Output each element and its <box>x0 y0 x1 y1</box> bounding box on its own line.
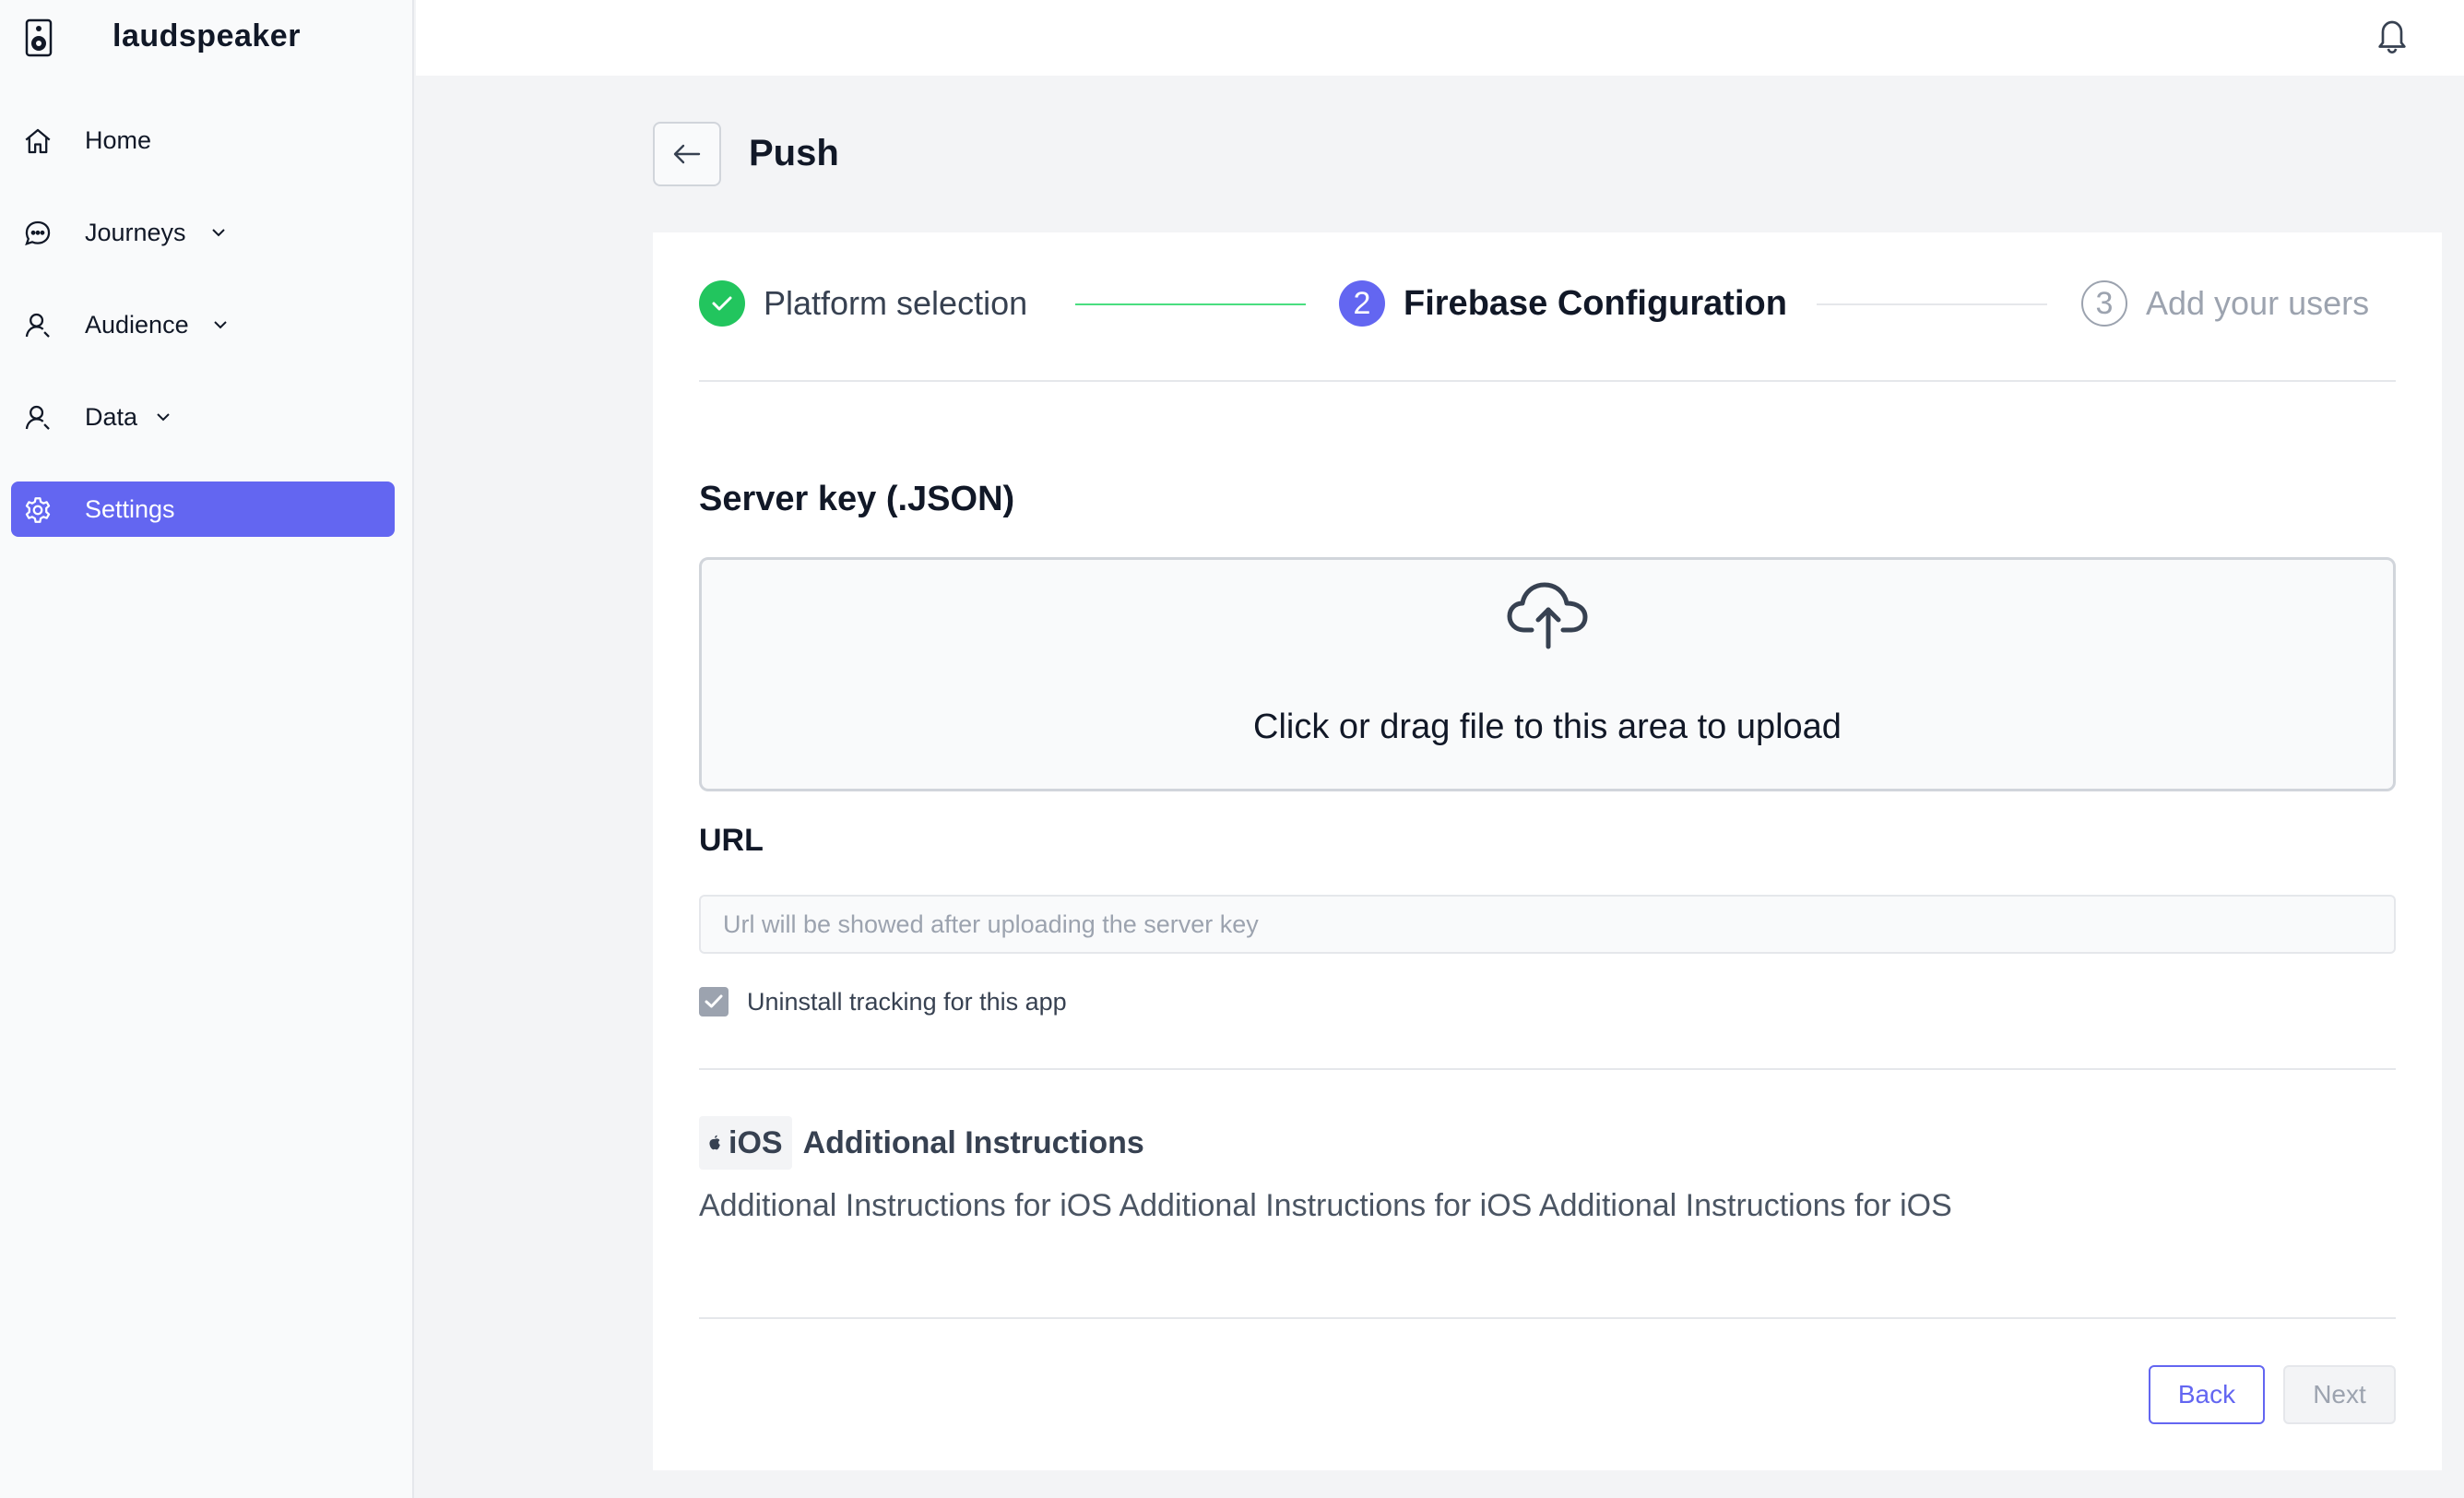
user-icon <box>25 405 50 430</box>
home-icon <box>25 128 51 154</box>
check-icon <box>705 994 723 1008</box>
page-title: Push <box>749 133 839 173</box>
checkbox-label: Uninstall tracking for this app <box>747 987 1067 1016</box>
sidebar-item-data[interactable]: Data <box>11 389 395 445</box>
config-card: Platform selection 2 Firebase Configurat… <box>653 232 2442 1470</box>
ios-heading: Additional Instructions <box>802 1124 1144 1160</box>
sidebar: laudspeaker Home Journeys Audience Data … <box>0 0 414 1498</box>
file-upload-dropzone[interactable]: Click or drag file to this area to uploa… <box>699 557 2396 791</box>
next-button[interactable]: Next <box>2283 1365 2396 1424</box>
back-button[interactable]: Back <box>2149 1365 2265 1424</box>
uninstall-tracking-checkbox[interactable] <box>699 987 729 1016</box>
cloud-upload-icon <box>1507 582 1588 649</box>
check-icon <box>712 296 732 311</box>
step-platform-selection: Platform selection <box>699 280 1027 327</box>
sidebar-item-settings[interactable]: Settings <box>11 482 395 537</box>
sidebar-item-journeys[interactable]: Journeys <box>11 205 395 260</box>
chevron-down-icon <box>214 321 227 329</box>
sidebar-item-label: Settings <box>85 495 175 523</box>
divider <box>699 380 2396 382</box>
chevron-down-icon <box>212 229 225 237</box>
sidebar-item-audience[interactable]: Audience <box>11 297 395 352</box>
url-title: URL <box>699 823 764 858</box>
user-icon <box>25 313 50 338</box>
chat-bubble-icon <box>25 220 51 246</box>
step-connector <box>1817 303 2047 305</box>
step-connector <box>1075 303 1306 305</box>
ios-badge-label: iOS <box>729 1124 783 1160</box>
uninstall-tracking-option[interactable]: Uninstall tracking for this app <box>699 987 1067 1016</box>
gear-icon <box>25 497 51 523</box>
back-arrow-button[interactable] <box>653 122 721 186</box>
apple-icon <box>709 1135 720 1150</box>
sidebar-item-label: Audience <box>85 311 189 339</box>
brand[interactable]: laudspeaker <box>24 17 300 59</box>
arrow-left-icon <box>673 144 701 164</box>
divider <box>699 1068 2396 1070</box>
url-field[interactable] <box>699 895 2396 954</box>
sidebar-item-label: Journeys <box>85 219 186 246</box>
bell-icon[interactable] <box>2374 15 2411 55</box>
step-number-badge: 3 <box>2081 280 2127 327</box>
server-key-title: Server key (.JSON) <box>699 480 1015 518</box>
step-label: Firebase Configuration <box>1404 283 1787 323</box>
step-firebase-configuration: 2 Firebase Configuration <box>1339 280 1787 327</box>
step-label: Add your users <box>2146 284 2370 322</box>
ios-instructions-header: iOS Additional Instructions <box>699 1116 1144 1170</box>
sidebar-item-label: Home <box>85 126 152 154</box>
step-add-your-users: 3 Add your users <box>2081 280 2369 327</box>
step-label: Platform selection <box>764 284 1028 322</box>
brand-name: laudspeaker <box>113 18 301 54</box>
sidebar-item-home[interactable]: Home <box>11 113 395 168</box>
chevron-down-icon <box>157 413 170 422</box>
sidebar-item-label: Data <box>85 403 138 431</box>
ios-badge: iOS <box>699 1116 792 1170</box>
app-root: laudspeaker Home Journeys Audience Data … <box>0 0 2464 1498</box>
upload-instruction: Click or drag file to this area to uploa… <box>1253 707 1842 746</box>
divider <box>699 1317 2396 1319</box>
step-complete-badge <box>699 280 745 327</box>
top-bar <box>416 0 2464 76</box>
speaker-logo-icon <box>25 18 53 57</box>
step-number-badge: 2 <box>1339 280 1385 327</box>
sidebar-nav: Home Journeys Audience Data Settings <box>11 113 395 574</box>
ios-description: Additional Instructions for iOS Addition… <box>699 1188 1952 1223</box>
